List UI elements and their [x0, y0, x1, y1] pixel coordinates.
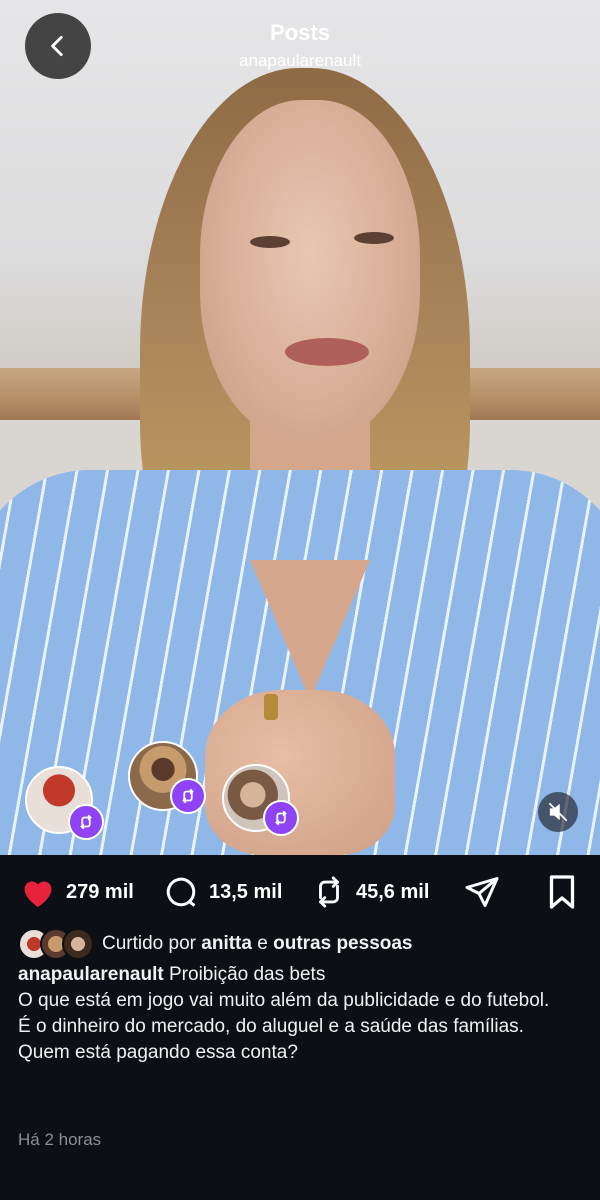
like-count: 279 mil — [66, 880, 134, 903]
caption-line-1: Proibição das bets — [169, 964, 326, 985]
liked-by-user[interactable]: anitta — [201, 933, 252, 955]
comment-action[interactable]: 13,5 mil — [163, 870, 282, 914]
post-caption: anapaularenault Proibição das bets O que… — [18, 962, 583, 1066]
share-action[interactable] — [464, 870, 500, 914]
mute-icon — [548, 802, 568, 822]
page-title: Posts — [270, 20, 330, 45]
caption-username[interactable]: anapaularenault — [18, 964, 164, 985]
mute-button[interactable] — [538, 792, 578, 832]
remix-badge-2[interactable] — [170, 778, 206, 814]
share-icon[interactable] — [464, 874, 500, 910]
remix-icon — [80, 814, 92, 830]
header-username[interactable]: anapaularenault — [0, 51, 600, 71]
repost-count: 45,6 mil — [356, 880, 430, 903]
liker-avatar-3 — [62, 928, 94, 960]
caption-line-4: Quem está pagando essa conta? — [18, 1042, 298, 1063]
post-video[interactable] — [0, 0, 600, 855]
remix-icon — [275, 810, 287, 826]
repost-action[interactable]: 45,6 mil — [312, 870, 429, 914]
repost-icon[interactable] — [312, 875, 346, 909]
heart-icon[interactable] — [20, 875, 56, 909]
remix-badge-1[interactable] — [68, 804, 104, 840]
post-timestamp: Há 2 horas — [18, 1130, 102, 1149]
liked-by-others[interactable]: outras pessoas — [273, 933, 412, 955]
liked-by-prefix: Curtido por — [102, 933, 196, 954]
left-eye — [250, 236, 290, 248]
action-bar: 279 mil 13,5 mil 45,6 mil — [0, 870, 600, 914]
comment-icon[interactable] — [163, 874, 199, 910]
caption-line-2: O que está em jogo vai muito além da pub… — [18, 990, 550, 1011]
ring — [264, 694, 278, 720]
comment-count: 13,5 mil — [209, 880, 283, 903]
bookmark-action[interactable] — [546, 870, 578, 914]
bookmark-icon[interactable] — [546, 874, 578, 910]
caption-line-3: É o dinheiro do mercado, do aluguel e a … — [18, 1016, 524, 1037]
remix-badge-3[interactable] — [263, 800, 299, 836]
face — [200, 100, 420, 440]
mouth — [285, 338, 369, 366]
liked-by-row[interactable]: Curtido por anitta e outras pessoas — [18, 928, 413, 960]
remix-icon — [182, 788, 194, 804]
right-eye — [354, 232, 394, 244]
liked-by-connector: e — [257, 933, 268, 954]
like-action[interactable]: 279 mil — [20, 870, 134, 914]
top-bar: Posts anapaularenault — [0, 0, 600, 90]
